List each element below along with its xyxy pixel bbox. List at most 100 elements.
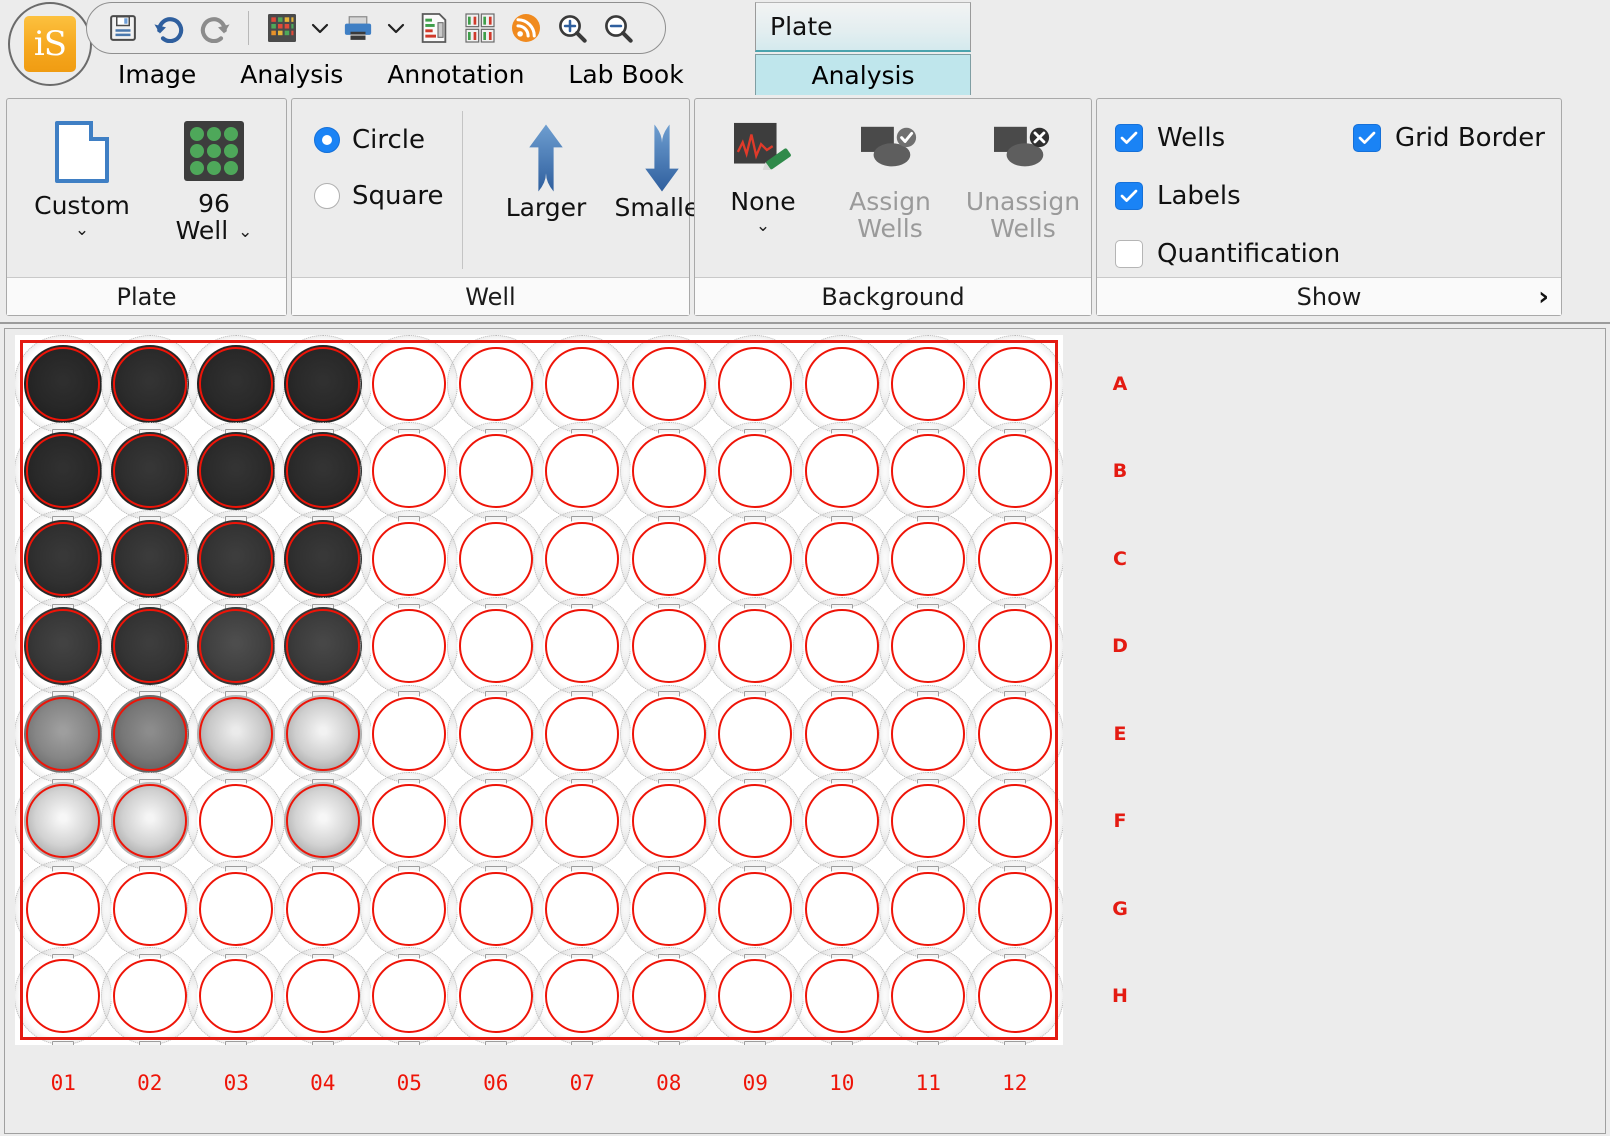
tab-annotation[interactable]: Annotation xyxy=(365,54,546,95)
tab-image[interactable]: Image xyxy=(96,54,218,95)
well-A07[interactable] xyxy=(533,335,632,442)
well-H01[interactable] xyxy=(15,947,113,1045)
well-A11[interactable] xyxy=(879,335,978,442)
well-shape-square-radio[interactable]: Square xyxy=(314,181,444,211)
well-G07[interactable] xyxy=(533,859,632,967)
well-C09[interactable] xyxy=(706,509,805,617)
well-C04[interactable] xyxy=(273,509,372,617)
tab-lab-book[interactable]: Lab Book xyxy=(546,54,705,95)
well-E09[interactable] xyxy=(706,684,805,792)
well-G10[interactable] xyxy=(792,859,891,967)
well-E02[interactable] xyxy=(100,684,199,792)
well-F04[interactable] xyxy=(273,772,372,880)
custom-plate-button[interactable]: Custom ⌄ xyxy=(21,121,143,239)
save-icon[interactable] xyxy=(100,6,146,50)
print-dropdown-icon[interactable] xyxy=(381,6,411,50)
well-A06[interactable] xyxy=(446,335,545,442)
well-larger-button[interactable]: Larger xyxy=(488,123,604,222)
well-H11[interactable] xyxy=(879,947,978,1045)
well-H03[interactable] xyxy=(187,947,286,1045)
well-A01[interactable] xyxy=(15,335,113,442)
well-F01[interactable] xyxy=(15,772,113,880)
plate-color-icon[interactable] xyxy=(259,6,305,50)
show-grid-border-checkbox[interactable]: Grid Border xyxy=(1353,123,1545,153)
chevron-down-icon[interactable]: ⌄ xyxy=(756,217,770,235)
well-A03[interactable] xyxy=(187,335,286,442)
well-F06[interactable] xyxy=(446,772,545,880)
well-H10[interactable] xyxy=(792,947,891,1045)
well-A04[interactable] xyxy=(273,335,372,442)
assign-wells-button[interactable]: Assign Wells xyxy=(827,121,953,243)
well-B12[interactable] xyxy=(965,422,1063,530)
undo-icon[interactable] xyxy=(146,6,192,50)
well-D09[interactable] xyxy=(706,597,805,705)
well-B02[interactable] xyxy=(100,422,199,530)
well-G05[interactable] xyxy=(360,859,459,967)
well-G12[interactable] xyxy=(965,859,1063,967)
well-D04[interactable] xyxy=(273,597,372,705)
chevron-right-icon[interactable]: › xyxy=(1538,282,1549,312)
well-E11[interactable] xyxy=(879,684,978,792)
well-C12[interactable] xyxy=(965,509,1063,617)
well-C06[interactable] xyxy=(446,509,545,617)
well-H07[interactable] xyxy=(533,947,632,1045)
well-C02[interactable] xyxy=(100,509,199,617)
well-F11[interactable] xyxy=(879,772,978,880)
well-B04[interactable] xyxy=(273,422,372,530)
feed-icon[interactable] xyxy=(503,6,549,50)
zoom-out-icon[interactable] xyxy=(595,6,641,50)
well-C10[interactable] xyxy=(792,509,891,617)
well-F05[interactable] xyxy=(360,772,459,880)
well-G02[interactable] xyxy=(100,859,199,967)
well-G01[interactable] xyxy=(15,859,113,967)
well-G03[interactable] xyxy=(187,859,286,967)
redo-icon[interactable] xyxy=(192,6,238,50)
show-wells-checkbox[interactable]: Wells xyxy=(1115,123,1225,153)
zoom-in-icon[interactable] xyxy=(549,6,595,50)
chevron-down-icon[interactable]: ⌄ xyxy=(75,221,89,239)
well-A05[interactable] xyxy=(360,335,459,442)
well-B11[interactable] xyxy=(879,422,978,530)
well-B07[interactable] xyxy=(533,422,632,530)
well-H12[interactable] xyxy=(965,947,1063,1045)
well-D05[interactable] xyxy=(360,597,459,705)
well-E06[interactable] xyxy=(446,684,545,792)
well-H02[interactable] xyxy=(100,947,199,1045)
well-C01[interactable] xyxy=(15,509,113,617)
well-A10[interactable] xyxy=(792,335,891,442)
well-B09[interactable] xyxy=(706,422,805,530)
well-C05[interactable] xyxy=(360,509,459,617)
well-B03[interactable] xyxy=(187,422,286,530)
well-D03[interactable] xyxy=(187,597,286,705)
well-H09[interactable] xyxy=(706,947,805,1045)
well-C03[interactable] xyxy=(187,509,286,617)
well-D07[interactable] xyxy=(533,597,632,705)
show-quantification-checkbox[interactable]: Quantification xyxy=(1115,239,1340,269)
tab-analysis[interactable]: Analysis xyxy=(218,54,365,95)
well-grid[interactable] xyxy=(15,335,1063,1045)
well-A08[interactable] xyxy=(619,335,718,442)
well-G08[interactable] xyxy=(619,859,718,967)
well-B08[interactable] xyxy=(619,422,718,530)
well-D01[interactable] xyxy=(15,597,113,705)
well-F08[interactable] xyxy=(619,772,718,880)
well-G06[interactable] xyxy=(446,859,545,967)
well-D08[interactable] xyxy=(619,597,718,705)
well-D11[interactable] xyxy=(879,597,978,705)
well-H04[interactable] xyxy=(273,947,372,1045)
well-E08[interactable] xyxy=(619,684,718,792)
well-E04[interactable] xyxy=(273,684,372,792)
well-H05[interactable] xyxy=(360,947,459,1045)
well-E10[interactable] xyxy=(792,684,891,792)
well-B05[interactable] xyxy=(360,422,459,530)
well-F03[interactable] xyxy=(187,772,286,880)
well-B10[interactable] xyxy=(792,422,891,530)
96-well-button[interactable]: 96 Well ⌄ xyxy=(153,121,275,245)
plate-color-dropdown-icon[interactable] xyxy=(305,6,335,50)
tab-plate-analysis[interactable]: Analysis xyxy=(755,54,971,95)
well-shape-circle-radio[interactable]: Circle xyxy=(314,125,444,155)
well-F02[interactable] xyxy=(100,772,199,880)
well-E01[interactable] xyxy=(15,684,113,792)
well-A12[interactable] xyxy=(965,335,1063,442)
well-A09[interactable] xyxy=(706,335,805,442)
